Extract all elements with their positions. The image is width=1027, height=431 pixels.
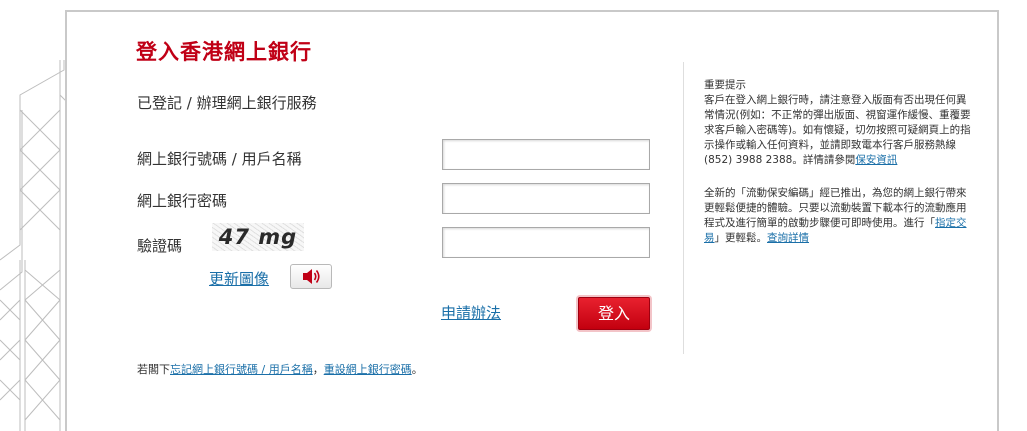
divider — [683, 62, 684, 354]
notice-text-3: 」更輕鬆。 — [714, 232, 768, 244]
reset-password-link[interactable]: 重設網上銀行密碼 — [324, 363, 412, 376]
learn-more-link[interactable]: 查詢詳情 — [767, 232, 809, 244]
forgot-text: 若閣下忘記網上銀行號碼 / 用戶名稱，重設網上銀行密碼。 — [137, 361, 423, 377]
captcha-input[interactable] — [442, 227, 650, 258]
username-label: 網上銀行號碼 / 用戶名稱 — [137, 150, 302, 168]
forgot-username-link[interactable]: 忘記網上銀行號碼 / 用戶名稱 — [170, 363, 313, 376]
notice-paragraph-2: 全新的「流動保安編碼」經已推出，為您的網上銀行帶來更輕鬆便捷的體驗。只要以流動裝… — [704, 186, 976, 246]
captcha-image: 47 mg — [212, 223, 304, 251]
forgot-separator: ， — [312, 363, 324, 376]
notice-heading: 重要提示 — [704, 79, 746, 91]
notice-text-2: 全新的「流動保安編碼」經已推出，為您的網上銀行帶來更輕鬆便捷的體驗。只要以流動裝… — [704, 187, 967, 229]
security-info-link[interactable]: 保安資訊 — [855, 154, 897, 166]
page-title: 登入香港網上銀行 — [136, 40, 312, 64]
login-button[interactable]: 登入 — [578, 297, 650, 330]
forgot-suffix: 。 — [411, 363, 423, 376]
subtitle: 已登記 / 辦理網上銀行服務 — [137, 94, 317, 112]
forgot-prefix: 若閣下 — [137, 363, 170, 376]
apply-link[interactable]: 申請辦法 — [441, 302, 501, 323]
important-notice: 重要提示 客戶在登入網上銀行時，請注意登入版面有否出現任何異常情況(例如：不正常… — [704, 78, 976, 246]
captcha-label: 驗證碼 — [137, 237, 183, 255]
speaker-icon — [303, 269, 320, 284]
notice-text-1: 客戶在登入網上銀行時，請注意登入版面有否出現任何異常情況(例如：不正常的彈出版面… — [704, 94, 971, 166]
password-label: 網上銀行密碼 — [137, 192, 228, 210]
notice-paragraph-1: 客戶在登入網上銀行時，請注意登入版面有否出現任何異常情況(例如：不正常的彈出版面… — [704, 93, 976, 168]
audio-captcha-button[interactable] — [290, 264, 332, 289]
username-input[interactable] — [442, 139, 650, 170]
refresh-captcha-link[interactable]: 更新圖像 — [209, 268, 269, 289]
password-input[interactable] — [442, 183, 650, 214]
